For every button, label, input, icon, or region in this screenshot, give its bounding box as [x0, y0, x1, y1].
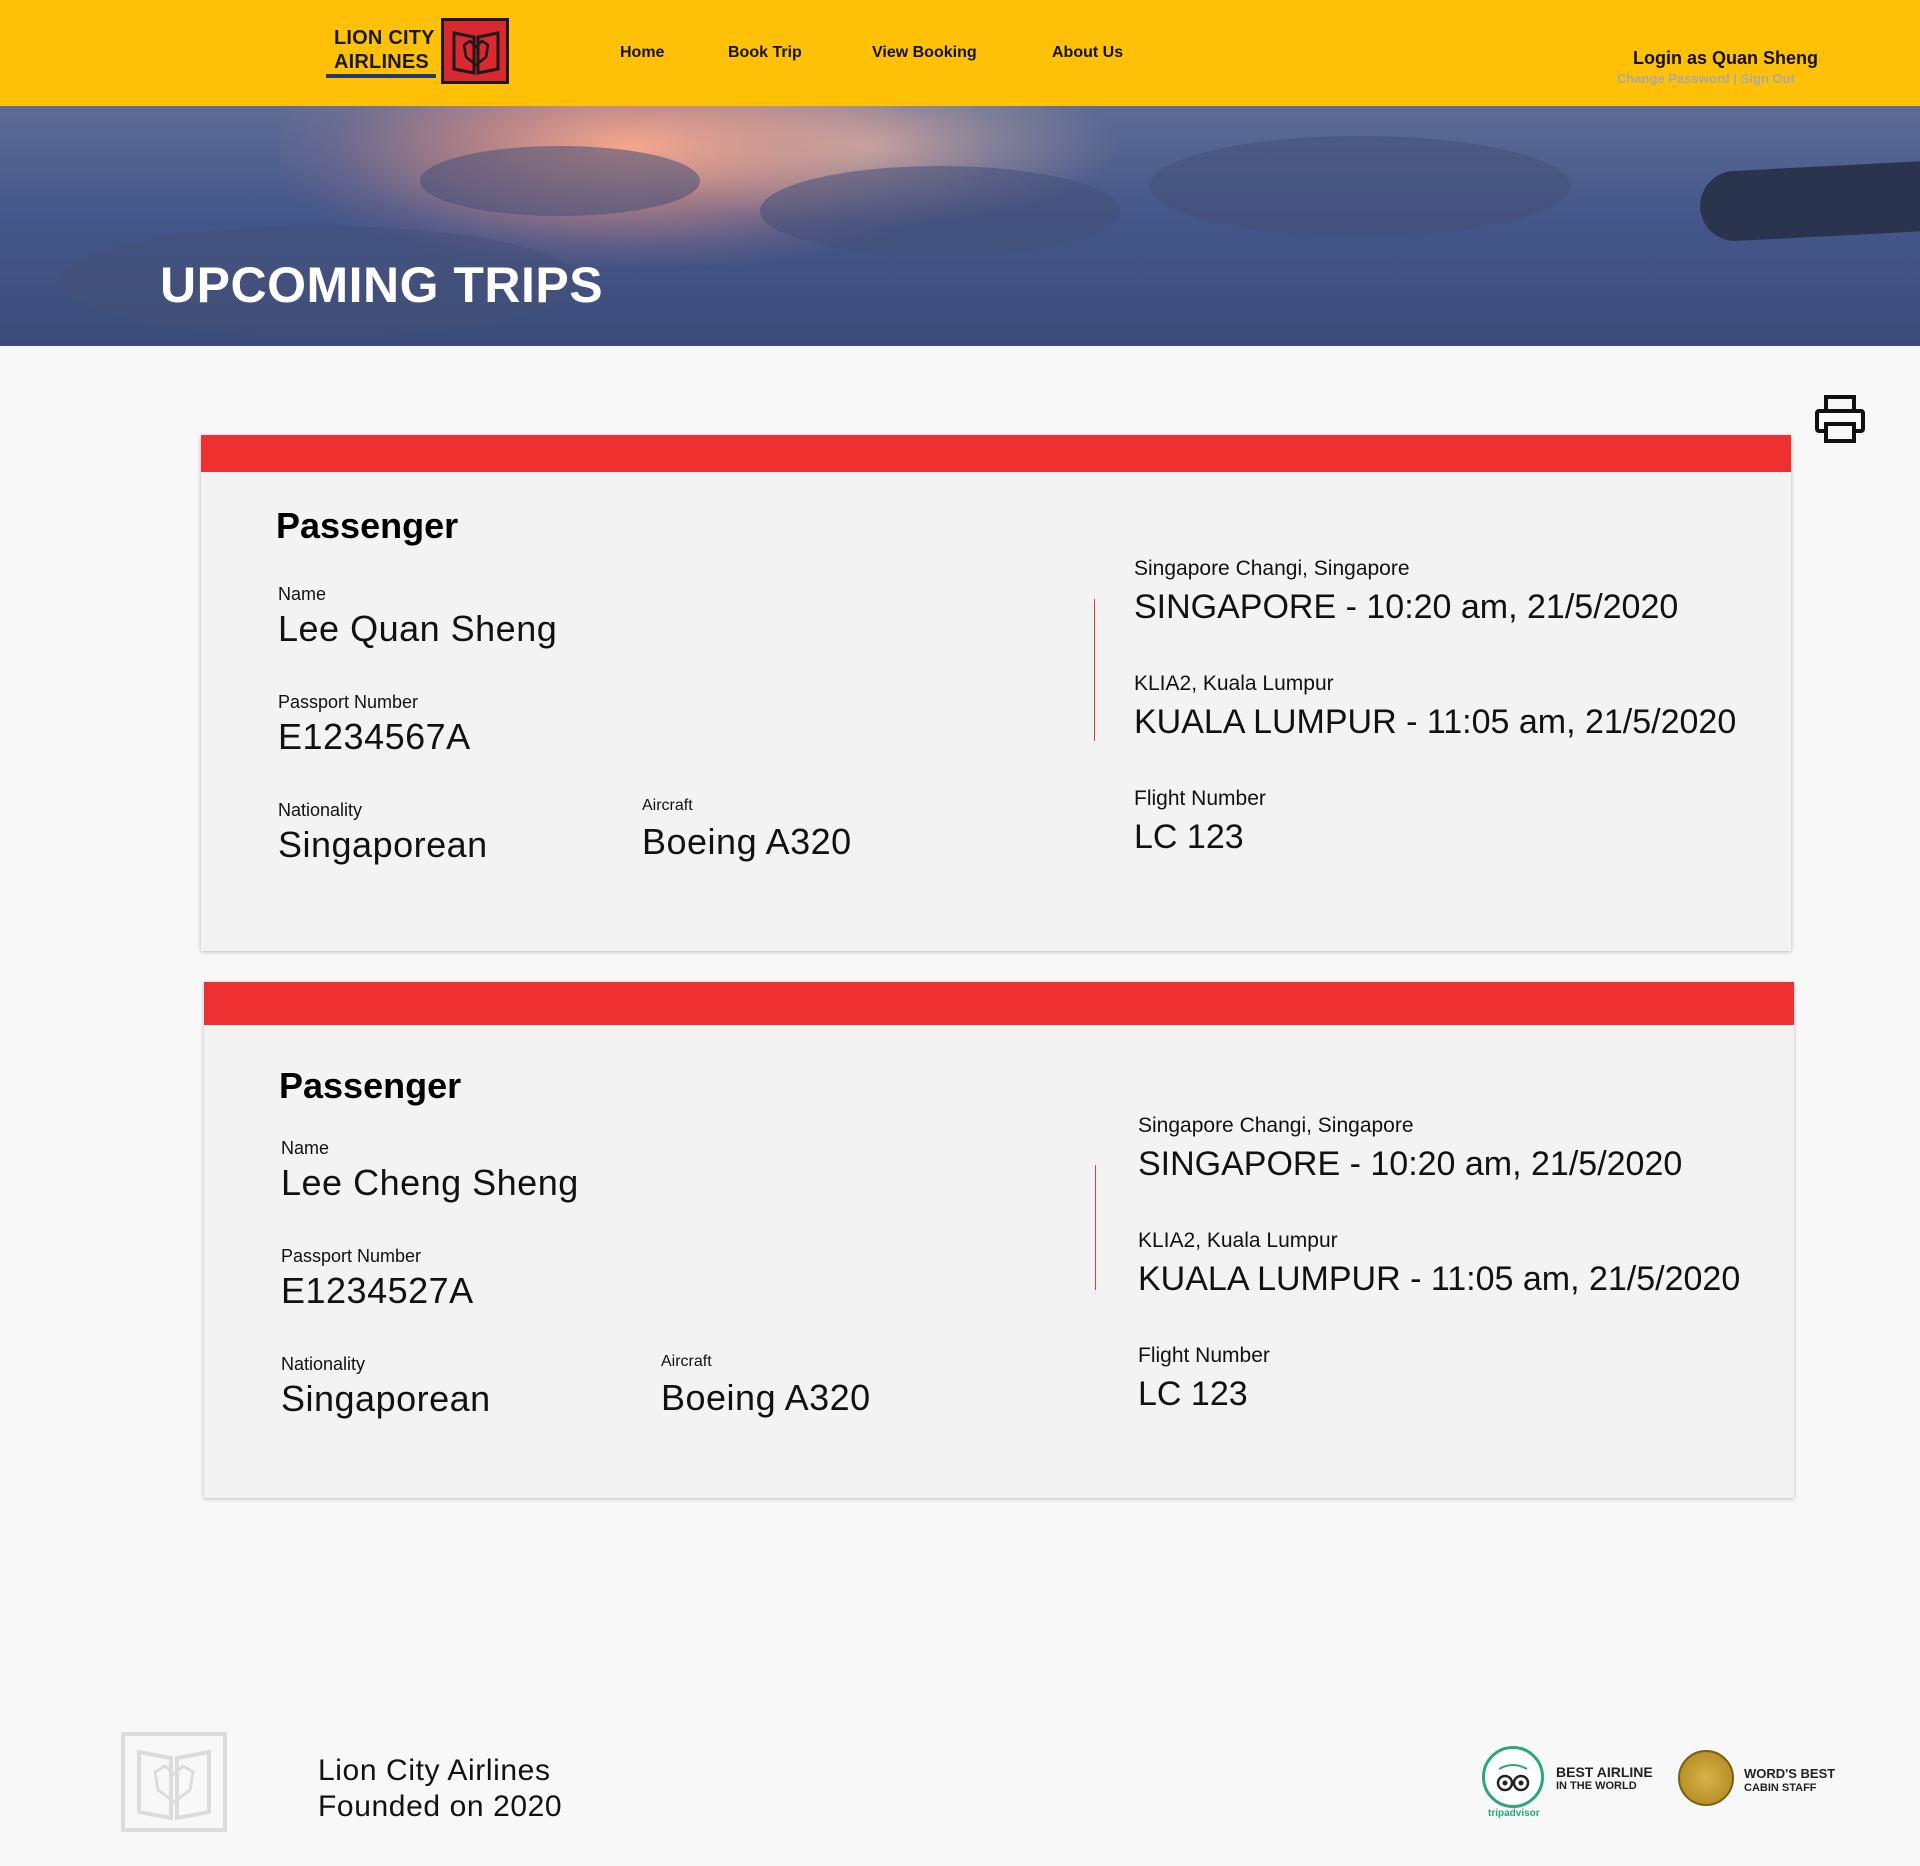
hero-banner: UPCOMING TRIPS: [0, 106, 1920, 346]
trip-card-header-bar: [201, 435, 1791, 472]
award-best-cabin-staff: WORD'S BEST CABIN STAFF: [1678, 1750, 1848, 1812]
link-separator: |: [1733, 71, 1737, 86]
aircraft-label: Aircraft: [642, 797, 693, 814]
trip-card: Passenger Name Lee Quan Sheng Passport N…: [201, 435, 1791, 951]
route-divider: [1094, 599, 1095, 741]
footer-lion-logo-icon: [121, 1732, 227, 1832]
award-subtitle: CABIN STAFF: [1744, 1782, 1817, 1794]
page-footer: Lion City Airlines Founded on 2020 tripa…: [0, 1692, 1920, 1866]
airline-logo[interactable]: LION CITY AIRLINES: [326, 18, 510, 86]
nationality-value: Singaporean: [281, 1378, 491, 1419]
airplane-wing: [1698, 159, 1920, 243]
passport-number: E1234567A: [278, 716, 471, 757]
aircraft-value: Boeing A320: [642, 821, 852, 862]
passport-label: Passport Number: [281, 1246, 422, 1266]
passenger-heading: Passenger: [279, 1065, 462, 1106]
tripadvisor-caption: tripadvisor: [1488, 1808, 1540, 1819]
destination-arrival: KUALA LUMPUR - 11:05 am, 21/5/2020: [1138, 1260, 1741, 1298]
aircraft-label: Aircraft: [661, 1353, 712, 1370]
lion-book-icon: [441, 18, 509, 84]
nav-home[interactable]: Home: [620, 44, 664, 62]
nav-view-booking[interactable]: View Booking: [872, 44, 977, 62]
passenger-name: Lee Quan Sheng: [278, 608, 558, 649]
nationality-value: Singaporean: [278, 824, 488, 865]
name-label: Name: [281, 1138, 330, 1158]
top-nav-bar: LION CITY AIRLINES Home Book Trip View B…: [0, 0, 1920, 106]
destination-arrival: KUALA LUMPUR - 11:05 am, 21/5/2020: [1134, 703, 1737, 741]
origin-airport-label: Singapore Changi, Singapore: [1138, 1114, 1414, 1137]
travelers-choice-badge-icon: [1482, 1746, 1544, 1808]
award-best-airline: tripadvisor BEST AIRLINE IN THE WORLD: [1482, 1746, 1662, 1819]
destination-airport-label: KLIA2, Kuala Lumpur: [1134, 672, 1334, 695]
passenger-heading: Passenger: [276, 505, 459, 546]
nationality-label: Nationality: [281, 1354, 366, 1374]
name-label: Name: [278, 584, 327, 604]
logo-wordmark: LION CITY AIRLINES: [334, 27, 435, 73]
logo-underline: [326, 74, 436, 78]
cloud-shape: [760, 166, 1120, 256]
nav-book-trip[interactable]: Book Trip: [728, 44, 802, 62]
flight-number-label: Flight Number: [1134, 787, 1266, 810]
destination-airport-label: KLIA2, Kuala Lumpur: [1138, 1229, 1338, 1252]
origin-departure: SINGAPORE - 10:20 am, 21/5/2020: [1138, 1145, 1683, 1183]
route-divider: [1095, 1165, 1096, 1290]
sign-out-link[interactable]: Sign Out: [1741, 71, 1795, 86]
flight-number-label: Flight Number: [1138, 1344, 1270, 1367]
origin-airport-label: Singapore Changi, Singapore: [1134, 557, 1410, 580]
flight-number: LC 123: [1138, 1375, 1248, 1413]
nationality-label: Nationality: [278, 800, 363, 820]
login-status[interactable]: Login as Quan Sheng: [1633, 48, 1818, 69]
award-title: BEST AIRLINE: [1556, 1764, 1653, 1780]
cloud-shape: [420, 146, 700, 216]
flight-number: LC 123: [1134, 818, 1244, 856]
page-title: UPCOMING TRIPS: [160, 257, 604, 313]
nav-about-us[interactable]: About Us: [1052, 44, 1123, 62]
footer-company-name: Lion City Airlines: [318, 1754, 551, 1787]
account-links: Change Password | Sign Out: [1617, 71, 1795, 86]
passport-number: E1234527A: [281, 1270, 474, 1311]
trip-card: Passenger Name Lee Cheng Sheng Passport …: [204, 982, 1794, 1498]
aircraft-value: Boeing A320: [661, 1377, 871, 1418]
change-password-link[interactable]: Change Password: [1617, 71, 1730, 86]
cloud-shape: [1150, 136, 1570, 236]
skytrax-award-badge-icon: [1678, 1750, 1734, 1806]
award-subtitle: IN THE WORLD: [1556, 1780, 1637, 1792]
printer-icon[interactable]: [1814, 394, 1866, 444]
passenger-name: Lee Cheng Sheng: [281, 1162, 579, 1203]
passport-label: Passport Number: [278, 692, 419, 712]
footer-founded: Founded on 2020: [318, 1790, 563, 1823]
trip-card-header-bar: [204, 982, 1794, 1025]
award-title: WORD'S BEST: [1744, 1766, 1836, 1781]
origin-departure: SINGAPORE - 10:20 am, 21/5/2020: [1134, 588, 1679, 626]
